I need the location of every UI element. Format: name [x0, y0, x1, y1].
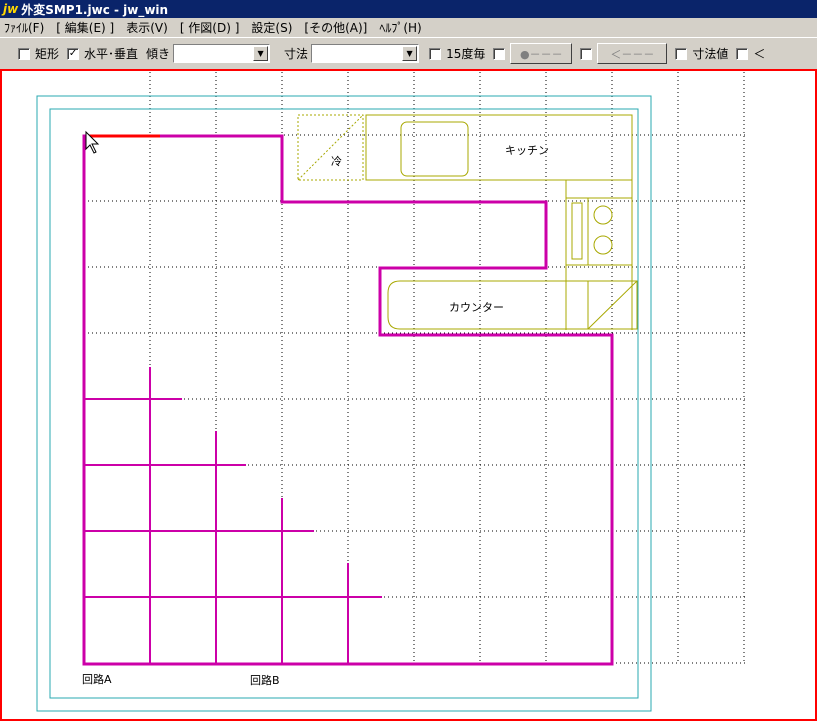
frame	[36, 95, 652, 712]
circuit-a-label: 回路A	[82, 673, 112, 686]
kitchen-fixtures	[297, 114, 638, 330]
counter-label: カウンター	[449, 301, 504, 314]
circuit-lines	[84, 367, 382, 664]
grid	[84, 72, 746, 664]
kitchen-label: キッチン	[505, 144, 549, 157]
floor-plan: キッチン 冷 カウンター 回路A 回路B	[36, 72, 746, 712]
drawing-canvas[interactable]: キッチン 冷 カウンター 回路A 回路B	[0, 69, 817, 721]
fridge-label: 冷	[331, 155, 342, 168]
circuit-b-label: 回路B	[250, 674, 280, 687]
